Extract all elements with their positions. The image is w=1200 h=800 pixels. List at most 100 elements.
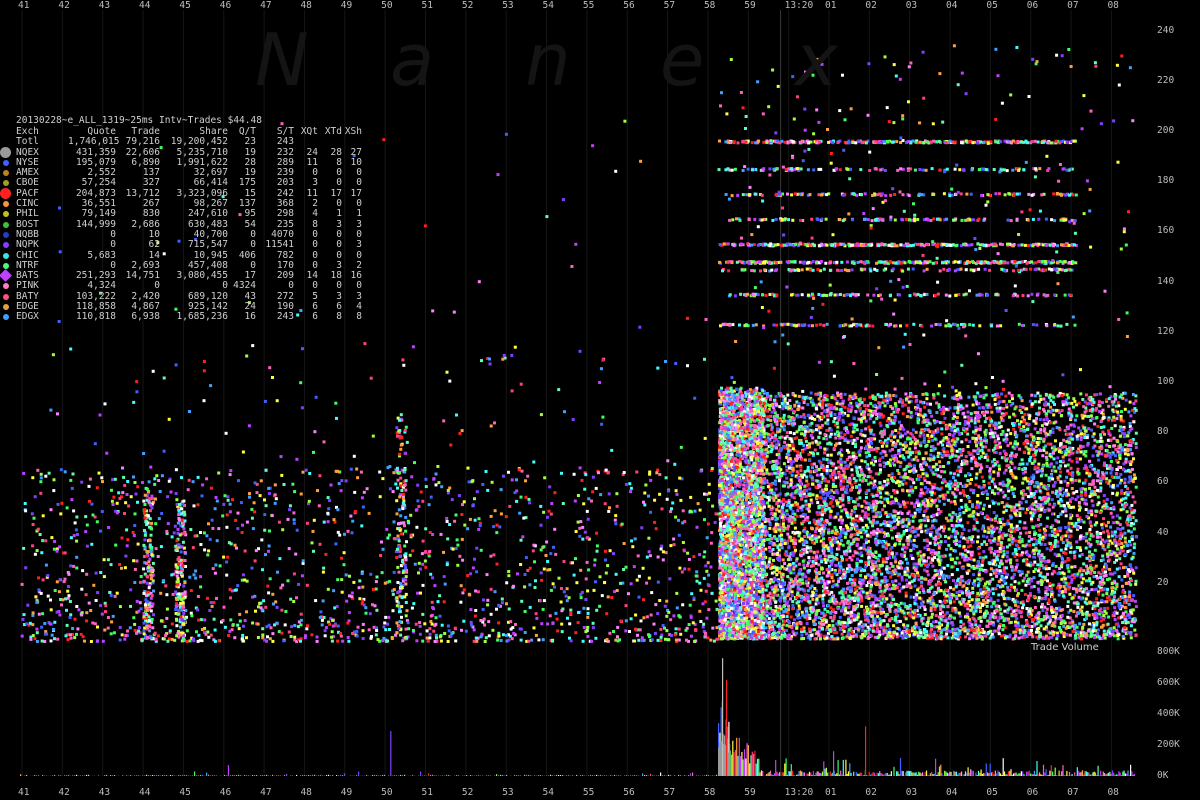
trade-point xyxy=(464,629,468,633)
trade-point xyxy=(996,583,1000,587)
trade-point xyxy=(182,510,186,514)
trade-point xyxy=(702,622,706,626)
trade-point xyxy=(821,601,825,604)
trade-point xyxy=(1107,615,1111,619)
trade-point xyxy=(189,589,193,592)
trade-point xyxy=(509,627,513,631)
trade-point xyxy=(149,636,153,640)
trade-point xyxy=(191,546,195,550)
trade-point xyxy=(942,465,945,468)
trade-point xyxy=(497,603,501,607)
trade-point xyxy=(408,553,412,557)
trade-point xyxy=(401,358,405,362)
trade-point xyxy=(840,509,844,513)
trade-point xyxy=(890,546,894,549)
trade-point xyxy=(1020,458,1024,462)
trade-point xyxy=(209,601,213,604)
trade-point xyxy=(90,502,94,506)
trade-point xyxy=(800,633,804,637)
trade-point xyxy=(673,462,677,466)
trade-point xyxy=(1134,446,1138,450)
trade-point xyxy=(477,527,481,531)
trade-point xyxy=(534,579,537,583)
trade-point xyxy=(421,612,425,616)
trade-point xyxy=(838,441,842,445)
trade-point xyxy=(1032,576,1036,580)
trade-point xyxy=(424,550,428,553)
trade-point xyxy=(958,614,962,618)
trade-point xyxy=(775,446,778,450)
trade-point xyxy=(661,624,665,627)
trade-point xyxy=(703,436,707,440)
trade-point xyxy=(985,543,989,546)
trade-point xyxy=(81,635,85,639)
trade-point xyxy=(395,512,399,516)
trade-point xyxy=(58,545,61,549)
trade-point xyxy=(569,639,573,643)
trade-point xyxy=(622,568,626,571)
trade-point xyxy=(642,598,645,602)
trade-point xyxy=(692,555,696,559)
trade-point xyxy=(221,514,225,518)
trade-point xyxy=(560,622,564,626)
trade-point xyxy=(689,634,693,638)
trade-point xyxy=(865,584,869,588)
trade-point xyxy=(581,639,585,643)
trade-point xyxy=(387,533,391,537)
trade-point xyxy=(149,573,153,577)
trade-point xyxy=(816,580,820,584)
trade-point xyxy=(175,539,179,543)
trade-point xyxy=(33,495,37,499)
trade-point xyxy=(425,636,429,640)
trade-point xyxy=(179,625,182,629)
trade-point xyxy=(514,623,517,626)
trade-point xyxy=(415,525,419,529)
trade-point xyxy=(455,538,459,542)
trade-point xyxy=(308,472,312,475)
trade-point xyxy=(1112,595,1116,599)
trade-point xyxy=(432,607,435,611)
trade-point xyxy=(84,530,88,534)
trade-point xyxy=(94,599,98,602)
trade-point xyxy=(264,553,267,557)
trade-point xyxy=(289,597,293,601)
trade-point xyxy=(404,614,408,618)
trade-point xyxy=(396,434,399,438)
trade-point xyxy=(396,478,400,482)
trade-point xyxy=(99,529,102,533)
trade-point xyxy=(210,518,214,522)
trade-point xyxy=(1077,501,1081,504)
trade-point xyxy=(1088,559,1092,563)
trade-point xyxy=(148,543,152,547)
trade-point xyxy=(404,425,408,429)
trade-point xyxy=(578,349,582,353)
trade-point xyxy=(355,634,359,638)
trade-point xyxy=(133,628,137,632)
trade-point xyxy=(447,629,451,633)
trade-point xyxy=(245,354,249,358)
trade-point xyxy=(969,550,973,554)
trade-point xyxy=(268,529,271,533)
trade-point xyxy=(479,619,483,622)
trade-point xyxy=(222,605,226,609)
trade-point xyxy=(400,605,404,609)
trade-point xyxy=(248,495,251,499)
trade-point xyxy=(339,632,342,635)
trade-point xyxy=(49,508,53,512)
trade-point xyxy=(293,624,297,627)
trade-point xyxy=(1123,443,1127,447)
trade-point xyxy=(774,482,777,486)
trade-point xyxy=(70,486,74,490)
trade-point xyxy=(136,500,139,504)
trade-point xyxy=(523,631,527,634)
trade-point xyxy=(202,360,206,363)
trade-point xyxy=(399,514,403,518)
trade-point xyxy=(221,619,225,622)
trade-point xyxy=(90,542,94,546)
trade-point xyxy=(985,417,988,420)
trade-point xyxy=(424,527,428,531)
trade-point xyxy=(929,606,933,610)
trade-point xyxy=(114,543,118,547)
trade-point xyxy=(769,394,773,398)
trade-point xyxy=(143,511,146,515)
